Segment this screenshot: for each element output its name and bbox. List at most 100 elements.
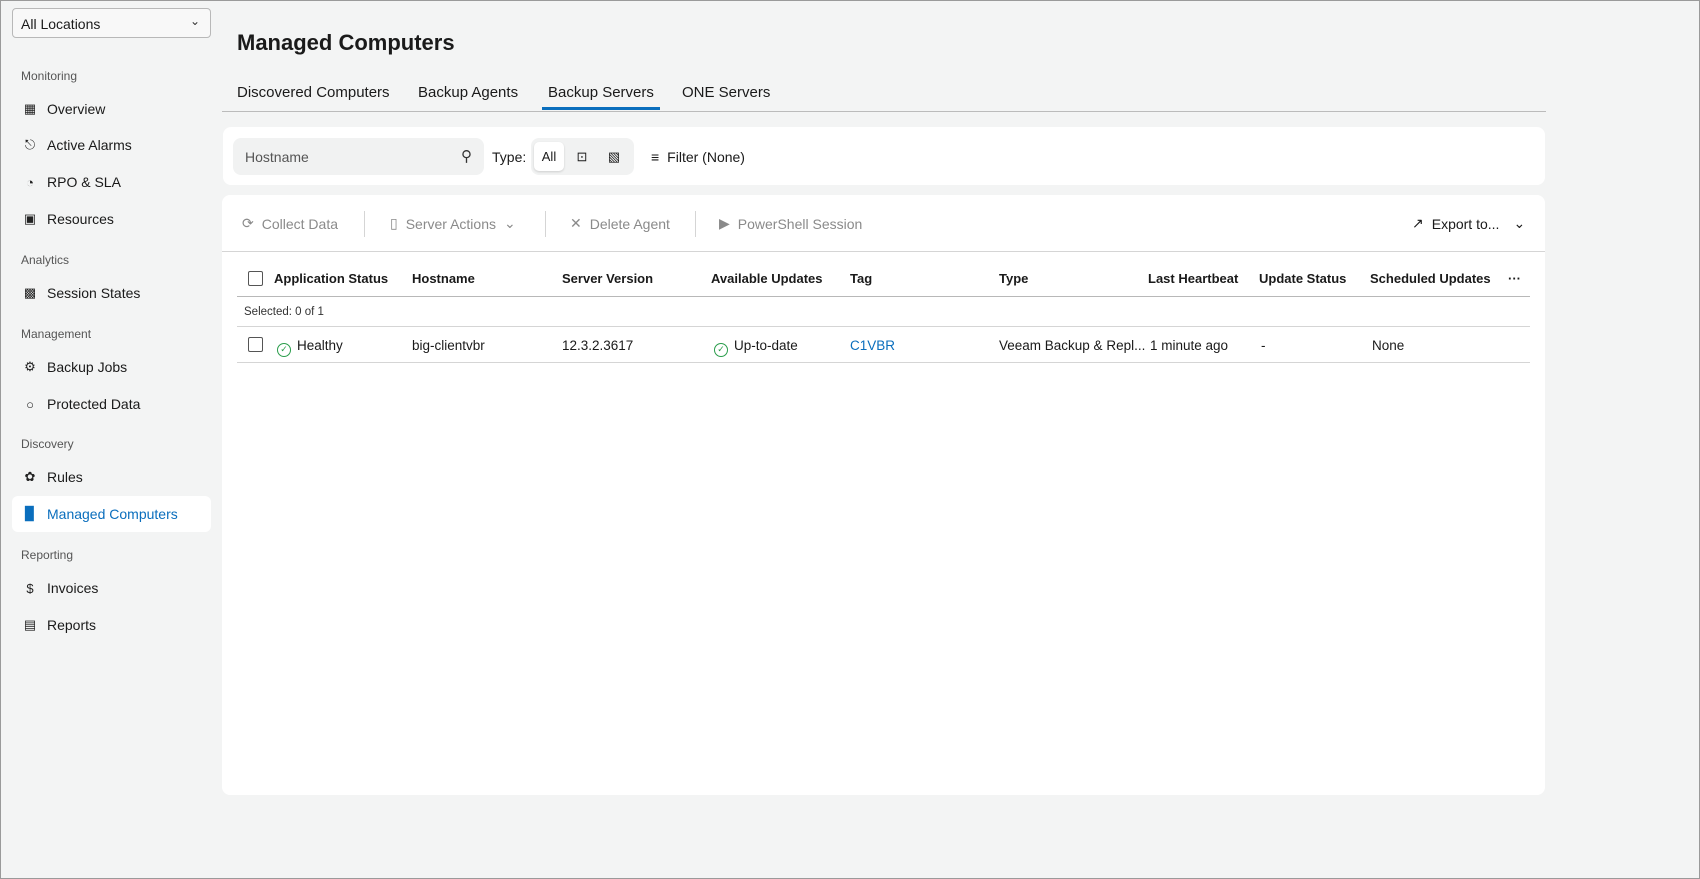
collect-data-label: Collect Data — [261, 215, 338, 232]
grid-icon: ▩ — [23, 285, 37, 300]
page-title: Managed Computers — [237, 30, 455, 55]
powershell-label: PowerShell Session — [737, 215, 863, 232]
tab-backup-agents[interactable]: Backup Agents — [418, 84, 518, 109]
column-header[interactable]: Server Version — [562, 271, 653, 286]
type-label: Type: — [492, 149, 527, 165]
tab-one-servers[interactable]: ONE Servers — [682, 84, 770, 109]
sidebar-item-label: Session States — [47, 285, 141, 301]
type-server-icon[interactable]: ▧ — [599, 142, 629, 171]
delete-agent-button[interactable]: ✕ Delete Agent — [570, 215, 670, 232]
sidebar-item-active-alarms[interactable]: ⎋ Active Alarms — [12, 127, 211, 163]
cell-updates: ✓ Up-to-date — [714, 338, 798, 357]
tab-bar: Discovered Computers Backup Agents Backu… — [222, 80, 1546, 112]
bell-icon: ⎋ — [24, 137, 36, 152]
divider — [237, 326, 1530, 327]
search-input[interactable]: Hostname ⚲ — [233, 138, 484, 175]
computer-icon: ▉ — [25, 506, 35, 521]
cell-type: Veeam Backup & Repl... — [999, 338, 1146, 353]
check-circle-icon: ✓ — [714, 343, 728, 357]
collect-data-button[interactable]: ⟳ Collect Data — [242, 215, 338, 232]
cell-update-status: - — [1261, 338, 1266, 353]
check-circle-icon: ✓ — [277, 343, 291, 357]
tab-backup-servers[interactable]: Backup Servers — [542, 84, 660, 110]
sidebar-item-managed-computers[interactable]: ▉ Managed Computers — [12, 496, 211, 532]
section-management: Management — [21, 327, 92, 341]
sidebar-item-invoices[interactable]: $ Invoices — [12, 570, 211, 606]
filter-icon: ≡ — [651, 149, 660, 165]
cell-status: ✓ Healthy — [277, 338, 343, 357]
sidebar-item-label: Invoices — [47, 580, 99, 596]
server-actions-button[interactable]: ▯ Server Actions ⌄ — [390, 215, 516, 232]
sidebar-item-reports[interactable]: ▤ Reports — [12, 607, 211, 643]
cell-tag-link[interactable]: C1VBR — [850, 338, 895, 353]
resources-icon: ▣ — [23, 211, 37, 226]
select-all-checkbox[interactable] — [248, 271, 263, 286]
filter-button[interactable]: ≡ Filter (None) — [651, 149, 745, 165]
column-header[interactable]: Last Heartbeat — [1148, 271, 1238, 286]
sidebar-item-label: Rules — [47, 469, 83, 485]
sidebar-item-rpo-sla[interactable]: ◔ RPO & SLA — [12, 164, 211, 200]
sidebar-item-label: Reports — [47, 617, 97, 633]
section-reporting: Reporting — [21, 548, 74, 562]
column-header[interactable]: Update Status — [1259, 271, 1346, 286]
export-label: Export to... — [1431, 215, 1500, 232]
filter-bar: Hostname ⚲ Type: All ⊡ ▧ ≡ Filter (None) — [223, 127, 1545, 185]
sidebar-item-label: RPO & SLA — [47, 174, 121, 190]
location-select[interactable]: All Locations ⌄ — [12, 8, 211, 38]
divider — [545, 211, 546, 237]
type-managed-icon[interactable]: ⊡ — [567, 142, 597, 171]
sidebar-item-rules[interactable]: ✿ Rules — [12, 459, 211, 495]
column-header[interactable]: Tag — [850, 271, 872, 286]
tab-discovered-computers[interactable]: Discovered Computers — [237, 84, 390, 109]
pie-chart-icon: ◔ — [26, 174, 34, 190]
sidebar-item-label: Protected Data — [47, 396, 141, 412]
column-header[interactable]: Type — [999, 271, 1028, 286]
powershell-icon: ▶ — [719, 215, 730, 231]
chevron-down-icon: ⌄ — [503, 215, 516, 231]
sidebar-item-protected-data[interactable]: ○ Protected Data — [12, 386, 211, 422]
cell-hostname: big-clientvbr — [412, 338, 485, 353]
divider — [237, 296, 1530, 297]
delete-agent-label: Delete Agent — [589, 215, 670, 232]
chevron-down-icon: ⌄ — [1513, 215, 1526, 231]
section-discovery: Discovery — [21, 437, 74, 451]
share-icon: ↗ — [1412, 215, 1424, 231]
column-header[interactable]: Application Status — [274, 271, 388, 286]
server-actions-label: Server Actions — [405, 215, 496, 232]
column-header[interactable]: Available Updates — [711, 271, 823, 286]
sidebar-item-label: Overview — [47, 101, 106, 117]
filter-label: Filter (None) — [667, 149, 745, 165]
sidebar-item-resources[interactable]: ▣ Resources — [12, 201, 211, 237]
divider — [695, 211, 696, 237]
close-icon: ✕ — [570, 215, 582, 231]
row-checkbox[interactable] — [248, 337, 263, 352]
server-icon: ▯ — [390, 215, 398, 231]
divider — [222, 251, 1545, 252]
sidebar-item-session-states[interactable]: ▩ Session States — [12, 275, 211, 311]
sidebar-item-overview[interactable]: ▦ Overview — [12, 91, 211, 127]
sidebar-item-label: Backup Jobs — [47, 359, 128, 375]
search-placeholder: Hostname — [245, 149, 309, 165]
backup-jobs-icon: ⚙ — [24, 359, 36, 374]
column-header[interactable]: Scheduled Updates — [1370, 271, 1491, 286]
cell-version: 12.3.2.3617 — [562, 338, 634, 353]
rules-icon: ✿ — [24, 469, 36, 484]
column-options-button[interactable]: ··· — [1508, 271, 1521, 286]
divider — [237, 362, 1530, 363]
dashboard-icon: ▦ — [23, 101, 37, 116]
type-toggle: All ⊡ ▧ — [531, 138, 634, 175]
divider — [364, 211, 365, 237]
column-header[interactable]: Hostname — [412, 271, 475, 286]
export-button[interactable]: ↗ Export to... ⌄ — [1412, 215, 1525, 232]
type-all-button[interactable]: All — [534, 142, 564, 171]
sidebar-item-backup-jobs[interactable]: ⚙ Backup Jobs — [12, 349, 211, 385]
refresh-icon: ⟳ — [242, 215, 254, 231]
location-value: All Locations — [21, 16, 101, 32]
invoice-icon: $ — [26, 580, 34, 596]
search-icon[interactable]: ⚲ — [461, 147, 472, 165]
sidebar: All Locations ⌄ Monitoring ▦ Overview ⎋ Act… — [0, 0, 220, 879]
lock-icon: ○ — [26, 396, 34, 412]
sidebar-item-label: Active Alarms — [47, 137, 132, 153]
section-monitoring: Monitoring — [21, 69, 78, 83]
powershell-session-button[interactable]: ▶ PowerShell Session — [719, 215, 862, 232]
